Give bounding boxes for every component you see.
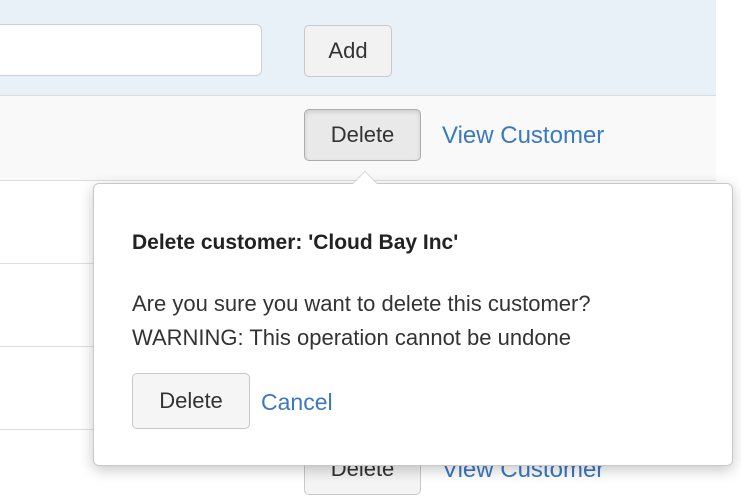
popover-message: Are you sure you want to delete this cus… (132, 287, 591, 355)
confirm-delete-button[interactable]: Delete (132, 373, 250, 429)
table-row: Delete View Customer (0, 96, 716, 181)
popover-warning-line: WARNING: This operation cannot be undone (132, 325, 572, 350)
popover-message-line: Are you sure you want to delete this cus… (132, 291, 591, 316)
view-customer-link[interactable]: View Customer (442, 122, 604, 150)
delete-confirm-popover: Delete customer: 'Cloud Bay Inc' Are you… (93, 171, 733, 466)
customer-name-input[interactable] (0, 24, 262, 76)
popover-arrow (352, 171, 378, 184)
add-button[interactable]: Add (304, 25, 392, 77)
add-customer-row: Add (0, 0, 716, 96)
popover-title: Delete customer: 'Cloud Bay Inc' (132, 231, 459, 254)
cancel-link[interactable]: Cancel (261, 389, 333, 416)
row-delete-button[interactable]: Delete (304, 109, 421, 161)
customer-list-screen: Add Delete View Customer Delete View Cus… (0, 0, 741, 499)
